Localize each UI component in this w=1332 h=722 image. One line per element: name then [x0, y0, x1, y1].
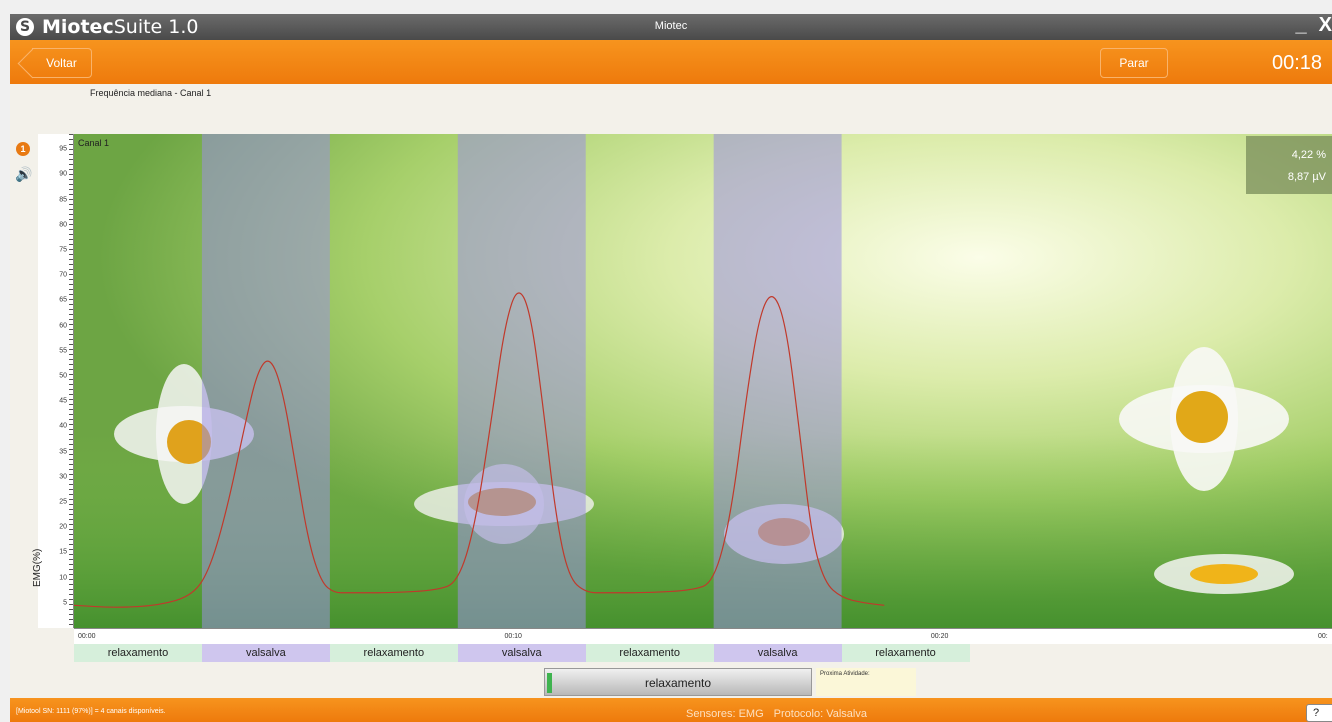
y-axis-label: EMG(%)	[32, 548, 43, 587]
minimize-button[interactable]: _	[1296, 14, 1307, 37]
channel-badge[interactable]: 1	[16, 142, 30, 156]
y-tick-label: 60	[59, 322, 67, 330]
channel-readout: 4,22 % 8,87 µV	[1246, 136, 1332, 194]
x-tick-label: 00:20	[930, 633, 949, 640]
app-window: S Miotec Suite 1.0 Miotec _ X Voltar Parar…	[10, 14, 1332, 722]
valsalva-band	[713, 134, 842, 628]
help-button[interactable]: ?	[1306, 704, 1332, 722]
y-tick-label: 55	[59, 347, 67, 355]
sensors-label: Sensores: EMG	[686, 708, 764, 720]
y-tick-label: 45	[59, 397, 67, 405]
phase-relax: relaxamento	[585, 644, 714, 662]
device-status: [Miotool SN: 1111 (97%)] = 4 canais disp…	[16, 708, 166, 715]
back-button[interactable]: Voltar	[32, 48, 92, 78]
y-tick-label: 80	[59, 221, 67, 229]
protocol-phases: relaxamento valsalva relaxamento valsalva re…	[74, 644, 1332, 662]
phase-relax: relaxamento	[74, 644, 202, 662]
y-tick-label: 15	[59, 548, 67, 556]
x-tick-label: 00:	[1318, 633, 1328, 640]
close-button[interactable]: X	[1319, 14, 1332, 37]
channel-label: Canal 1	[78, 138, 110, 148]
stop-button[interactable]: Parar	[1100, 48, 1168, 78]
readout-microvolts: 8,87 µV	[1287, 171, 1326, 183]
valsalva-band	[201, 134, 330, 628]
y-tick-label: 50	[59, 372, 67, 380]
title-bar: S Miotec Suite 1.0 Miotec _ X	[10, 14, 1332, 40]
next-activity-label: Proxima Atividade:	[820, 671, 870, 677]
window-title: Miotec	[654, 20, 688, 32]
valsalva-bands	[201, 134, 842, 628]
window-controls: _ X	[1284, 14, 1332, 37]
y-tick-label: 40	[59, 422, 67, 430]
y-tick-label: 65	[59, 296, 67, 304]
phase-valsalva: valsalva	[201, 644, 330, 662]
x-axis: 00:00 00:10 00:20 00:	[74, 628, 1332, 644]
chart-subtitle: Frequência mediana - Canal 1	[90, 88, 212, 98]
protocol-info: Sensores: EMG Protocolo: Valsalva	[686, 708, 867, 720]
speaker-icon[interactable]: 🔊	[15, 166, 32, 183]
current-activity-label: relaxamento	[644, 676, 712, 690]
y-tick-label: 85	[59, 196, 67, 204]
y-tick-label: 5	[63, 599, 67, 607]
session-timer: 00:18	[1272, 52, 1323, 74]
status-bar: [Miotool SN: 1111 (97%)] = 4 canais disp…	[10, 698, 1332, 722]
y-tick-label: 75	[59, 246, 67, 254]
emg-chart	[74, 134, 1332, 628]
phase-relax: relaxamento	[329, 644, 458, 662]
y-tick-label: 90	[59, 170, 67, 178]
activity-progress-fill	[547, 673, 553, 693]
x-tick-label: 00:00	[78, 633, 96, 640]
emg-plot-area[interactable]: Canal 1 4,22 % 8,87 µV	[74, 134, 1332, 628]
next-activity: Proxima Atividade:	[816, 668, 916, 696]
y-tick-label: 25	[59, 498, 67, 506]
phase-relax: relaxamento	[841, 644, 970, 662]
x-tick-label: 00:10	[504, 633, 522, 640]
valsalva-band	[457, 134, 586, 628]
y-axis: EMG(%) 5 10 15 20 25 30 35 40 45 50 55 60 65 70 75 80 85…	[32, 134, 74, 628]
y-tick-label: 70	[59, 271, 67, 279]
toolbar: Voltar Parar 00:18	[10, 40, 1332, 84]
y-tick-label: 35	[59, 448, 67, 456]
y-tick-label: 30	[59, 473, 67, 481]
phase-valsalva: valsalva	[713, 644, 842, 662]
y-tick-label: 10	[59, 574, 67, 582]
current-activity: relaxamento	[544, 668, 812, 696]
readout-percent: 4,22 %	[1291, 149, 1326, 161]
y-tick-label: 20	[59, 523, 67, 531]
y-axis-ruler	[69, 134, 73, 628]
protocol-label: Protocolo: Valsalva	[773, 708, 867, 720]
phase-valsalva: valsalva	[457, 644, 586, 662]
y-tick-label: 95	[59, 145, 67, 153]
